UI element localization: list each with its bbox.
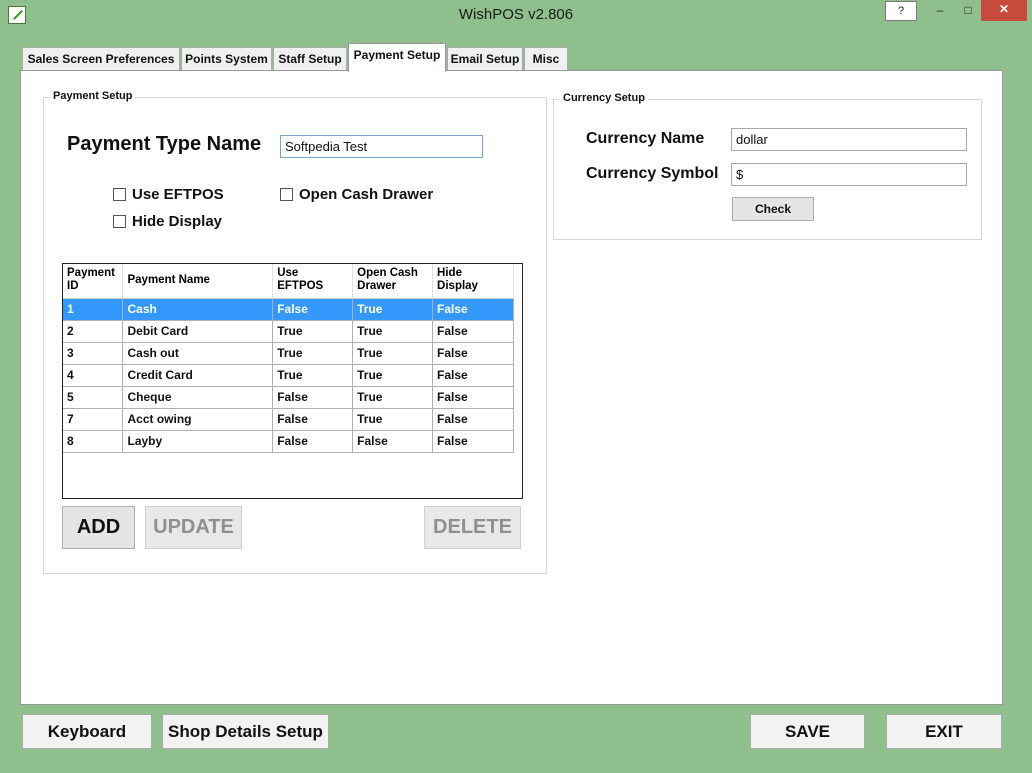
cell-hide-display[interactable]: False — [432, 430, 514, 453]
help-button[interactable]: ? — [885, 1, 917, 21]
currency-setup-legend: Currency Setup — [560, 92, 648, 104]
open-cash-drawer-checkbox-box[interactable] — [280, 188, 293, 201]
tab-staff-setup[interactable]: Staff Setup — [273, 47, 347, 71]
cell-payment-name[interactable]: Acct owing — [122, 408, 274, 431]
keyboard-button[interactable]: Keyboard — [22, 714, 152, 749]
cell-payment-id[interactable]: 1 — [63, 298, 124, 321]
tab-email-setup[interactable]: Email Setup — [447, 47, 523, 71]
cell-payment-id[interactable]: 7 — [63, 408, 124, 431]
payment-types-grid[interactable]: Payment ID Payment Name Use EFTPOS Open Ca… — [62, 263, 523, 499]
cell-payment-name[interactable]: Cash out — [122, 342, 274, 365]
currency-name-input[interactable] — [731, 128, 967, 151]
title-bar: WishPOS v2.806 ? – □ ✕ — [0, 0, 1032, 30]
cell-use-eftpos[interactable]: True — [272, 342, 354, 365]
column-header-payment-id[interactable]: Payment ID — [63, 264, 124, 299]
cell-hide-display[interactable]: False — [432, 298, 514, 321]
update-button[interactable]: UPDATE — [145, 506, 242, 549]
currency-name-label: Currency Name — [586, 130, 705, 147]
cell-payment-id[interactable]: 5 — [63, 386, 124, 409]
hide-display-checkbox-box[interactable] — [113, 215, 126, 228]
table-row[interactable]: 8 Layby False False False — [63, 430, 514, 453]
use-eftpos-checkbox-box[interactable] — [113, 188, 126, 201]
table-row[interactable]: 3 Cash out True True False — [63, 342, 514, 365]
cell-open-cash-drawer[interactable]: False — [352, 430, 434, 453]
cell-hide-display[interactable]: False — [432, 386, 514, 409]
grid-header-row: Payment ID Payment Name Use EFTPOS Open Ca… — [63, 264, 514, 299]
table-row[interactable]: 5 Cheque False True False — [63, 386, 514, 409]
cell-payment-name[interactable]: Credit Card — [122, 364, 274, 387]
cell-use-eftpos[interactable]: False — [272, 430, 354, 453]
cell-open-cash-drawer[interactable]: True — [352, 364, 434, 387]
add-button[interactable]: ADD — [62, 506, 135, 549]
minimize-button[interactable]: – — [930, 1, 950, 21]
payment-setup-legend: Payment Setup — [50, 90, 136, 102]
cell-hide-display[interactable]: False — [432, 342, 514, 365]
tab-sales-screen-preferences[interactable]: Sales Screen Preferences — [22, 47, 180, 71]
cell-use-eftpos[interactable]: True — [272, 364, 354, 387]
cell-use-eftpos[interactable]: False — [272, 298, 354, 321]
cell-use-eftpos[interactable]: True — [272, 320, 354, 343]
column-header-hide-display[interactable]: Hide Display — [432, 264, 514, 299]
payment-type-name-input[interactable] — [280, 135, 483, 158]
cell-open-cash-drawer[interactable]: True — [352, 342, 434, 365]
hide-display-label: Hide Display — [132, 213, 223, 230]
table-row[interactable]: 1 Cash False True False — [63, 298, 514, 321]
cell-open-cash-drawer[interactable]: True — [352, 408, 434, 431]
payment-setup-group: Payment Setup Payment Type Name Use EFTP… — [43, 90, 547, 574]
cell-payment-name[interactable]: Cheque — [122, 386, 274, 409]
cell-payment-name[interactable]: Cash — [122, 298, 274, 321]
window-title: WishPOS v2.806 — [458, 6, 574, 23]
table-row[interactable]: 2 Debit Card True True False — [63, 320, 514, 343]
currency-symbol-input[interactable] — [731, 163, 967, 186]
currency-setup-group: Currency Setup Currency Name Currency Sy… — [553, 92, 982, 240]
currency-symbol-label: Currency Symbol — [586, 165, 719, 182]
cell-use-eftpos[interactable]: False — [272, 408, 354, 431]
payment-setup-panel: Payment Setup Payment Type Name Use EFTP… — [20, 70, 1003, 705]
cell-hide-display[interactable]: False — [432, 408, 514, 431]
use-eftpos-checkbox[interactable]: Use EFTPOS — [113, 186, 224, 203]
cell-use-eftpos[interactable]: False — [272, 386, 354, 409]
cell-payment-name[interactable]: Debit Card — [122, 320, 274, 343]
cell-open-cash-drawer[interactable]: True — [352, 386, 434, 409]
delete-button[interactable]: DELETE — [424, 506, 521, 549]
tab-misc[interactable]: Misc — [524, 47, 568, 71]
cell-payment-id[interactable]: 8 — [63, 430, 124, 453]
maximize-button[interactable]: □ — [958, 1, 978, 21]
open-cash-drawer-checkbox[interactable]: Open Cash Drawer — [280, 186, 433, 203]
tab-points-system[interactable]: Points System — [181, 47, 272, 71]
hide-display-checkbox[interactable]: Hide Display — [113, 213, 222, 230]
tab-payment-setup[interactable]: Payment Setup — [348, 43, 446, 72]
check-button[interactable]: Check — [732, 197, 814, 221]
table-row[interactable]: 7 Acct owing False True False — [63, 408, 514, 431]
save-button[interactable]: SAVE — [750, 714, 865, 749]
cell-hide-display[interactable]: False — [432, 320, 514, 343]
cell-open-cash-drawer[interactable]: True — [352, 298, 434, 321]
payment-type-name-label: Payment Type Name — [67, 133, 262, 155]
column-header-payment-name[interactable]: Payment Name — [122, 264, 274, 299]
cell-payment-id[interactable]: 4 — [63, 364, 124, 387]
table-row[interactable]: 4 Credit Card True True False — [63, 364, 514, 387]
use-eftpos-label: Use EFTPOS — [132, 186, 224, 203]
exit-button[interactable]: EXIT — [886, 714, 1002, 749]
cell-payment-id[interactable]: 3 — [63, 342, 124, 365]
column-header-use-eftpos[interactable]: Use EFTPOS — [272, 264, 354, 299]
cell-payment-name[interactable]: Layby — [122, 430, 274, 453]
open-cash-drawer-label: Open Cash Drawer — [299, 186, 434, 203]
column-header-open-cash-drawer[interactable]: Open Cash Drawer — [352, 264, 434, 299]
cell-payment-id[interactable]: 2 — [63, 320, 124, 343]
close-button[interactable]: ✕ — [981, 0, 1027, 21]
shop-details-setup-button[interactable]: Shop Details Setup — [162, 714, 329, 749]
cell-open-cash-drawer[interactable]: True — [352, 320, 434, 343]
cell-hide-display[interactable]: False — [432, 364, 514, 387]
